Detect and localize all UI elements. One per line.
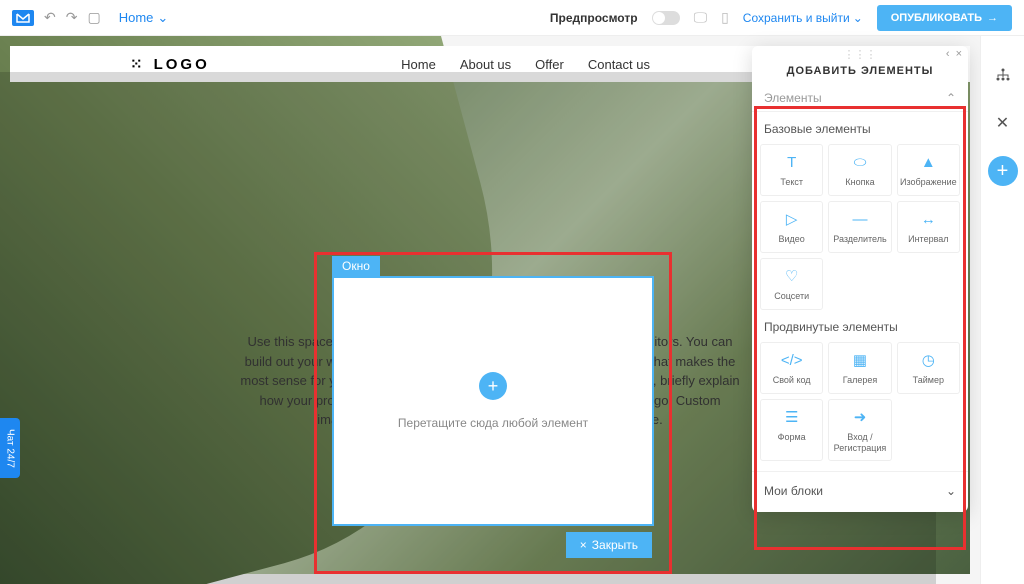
code-icon: </> (781, 351, 803, 369)
logo-mark-icon: ⁙ (130, 55, 146, 73)
tile-label: Таймер (913, 375, 944, 386)
tile-label: Интервал (908, 234, 948, 245)
topbar-right: Предпросмотр 🖵 ▯ Сохранить и выйти ⌄ ОПУ… (550, 5, 1012, 31)
close-modal-button[interactable]: × Закрыть (566, 532, 652, 558)
chevron-down-icon: ⌄ (157, 10, 168, 26)
mobile-icon[interactable]: ▯ (721, 9, 729, 26)
section-label: Элементы (764, 91, 822, 105)
save-exit-link[interactable]: Сохранить и выйти ⌄ (743, 11, 863, 25)
element-tile-button[interactable]: ⬭ Кнопка (828, 144, 891, 196)
preview-label: Предпросмотр (550, 11, 638, 25)
advanced-elements-grid: </> Свой код ▦ Галерея ◷ Таймер ☰ Форма ➜ Вход / … (752, 342, 968, 461)
modal-label-tag[interactable]: Окно (332, 256, 380, 276)
sitemap-button[interactable] (988, 60, 1018, 90)
modal-window[interactable]: Окно + Перетащите сюда любой элемент × З… (332, 276, 654, 526)
dropzone-hint: Перетащите сюда любой элемент (398, 416, 588, 430)
nav-item-home[interactable]: Home (401, 57, 436, 72)
page-icon[interactable]: ▢ (87, 9, 100, 26)
tile-label: Изображение (900, 177, 957, 188)
tile-label: Соцсети (774, 291, 809, 302)
gallery-icon: ▦ (853, 351, 867, 369)
divider-icon: — (852, 210, 867, 228)
myblocks-label: Мои блоки (764, 484, 823, 498)
chevron-up-icon: ⌃ (946, 91, 956, 105)
timer-icon: ◷ (922, 351, 935, 369)
element-tile-form[interactable]: ☰ Форма (760, 399, 823, 461)
add-element-icon[interactable]: + (479, 372, 507, 400)
tile-label: Разделитель (833, 234, 886, 245)
chat-label: Чат 24/7 (5, 429, 16, 468)
chat-widget[interactable]: Чат 24/7 (0, 418, 20, 478)
close-panel-button[interactable]: ✕ (988, 108, 1018, 138)
desktop-icon[interactable]: 🖵 (694, 9, 708, 26)
save-label: Сохранить и выйти (743, 11, 850, 25)
app-logo-icon[interactable] (12, 10, 34, 26)
element-tile-social[interactable]: ♡ Соцсети (760, 258, 823, 310)
element-tile-text[interactable]: T Текст (760, 144, 823, 196)
advanced-elements-heading: Продвинутые элементы (752, 310, 968, 342)
element-tile-spacer[interactable]: ↔ Интервал (897, 201, 960, 253)
form-icon: ☰ (785, 408, 798, 426)
basic-elements-heading: Базовые элементы (752, 112, 968, 144)
right-toolbar: ✕ + (980, 36, 1024, 584)
tile-label: Свой код (773, 375, 811, 386)
panel-close-icon[interactable]: × (956, 48, 962, 60)
panel-section-elements[interactable]: Элементы ⌃ (752, 85, 968, 112)
undo-icon[interactable]: ↶ (44, 9, 56, 26)
tile-label: Форма (778, 432, 806, 443)
app-topbar: ↶ ↷ ▢ Home ⌄ Предпросмотр 🖵 ▯ Сохранить … (0, 0, 1024, 36)
site-logo[interactable]: ⁙ LOGO (130, 55, 210, 73)
home-label: Home (119, 10, 154, 25)
nav-item-about[interactable]: About us (460, 57, 511, 72)
element-tile-divider[interactable]: — Разделитель (828, 201, 891, 253)
tile-label: Вход / Регистрация (831, 432, 888, 454)
element-tile-gallery[interactable]: ▦ Галерея (828, 342, 891, 394)
arrow-right-icon: → (987, 12, 998, 24)
tile-label: Кнопка (845, 177, 874, 188)
modal-dropzone[interactable]: + Перетащите сюда любой элемент (334, 278, 652, 524)
spacer-icon: ↔ (921, 210, 936, 228)
elements-panel: ⋮⋮⋮ ‹ × ДОБАВИТЬ ЭЛЕМЕНТЫ Элементы ⌃ Баз… (752, 46, 968, 512)
text-icon: T (787, 153, 796, 171)
close-label: Закрыть (592, 538, 638, 552)
preview-toggle[interactable] (652, 11, 680, 25)
tile-label: Видео (779, 234, 805, 245)
panel-minimize-icon[interactable]: ‹ (946, 48, 950, 60)
close-icon: × (580, 538, 587, 552)
modal-actions: × Закрыть (566, 532, 652, 558)
element-tile-image[interactable]: ▲ Изображение (897, 144, 960, 196)
social-icon: ♡ (785, 267, 798, 285)
topbar-left: ↶ ↷ ▢ Home ⌄ (12, 9, 168, 26)
panel-drag-handle[interactable]: ⋮⋮⋮ ‹ × (752, 46, 968, 61)
logo-text: LOGO (154, 56, 210, 73)
element-tile-video[interactable]: ▷ Видео (760, 201, 823, 253)
my-blocks-section[interactable]: Мои блоки ⌄ (752, 471, 968, 504)
publish-button[interactable]: ОПУБЛИКОВАТЬ → (877, 5, 1012, 31)
site-nav: Home About us Offer Contact us (401, 57, 650, 72)
basic-elements-grid: T Текст ⬭ Кнопка ▲ Изображение ▷ Видео — Разделит… (752, 144, 968, 310)
video-icon: ▷ (786, 210, 798, 228)
panel-title: ДОБАВИТЬ ЭЛЕМЕНТЫ (752, 61, 968, 85)
chevron-down-icon: ⌄ (853, 11, 863, 25)
nav-item-contact[interactable]: Contact us (588, 57, 650, 72)
redo-icon[interactable]: ↷ (66, 9, 78, 26)
element-tile-code[interactable]: </> Свой код (760, 342, 823, 394)
chevron-down-icon: ⌄ (946, 484, 956, 498)
element-tile-timer[interactable]: ◷ Таймер (897, 342, 960, 394)
add-element-button[interactable]: + (988, 156, 1018, 186)
image-icon: ▲ (921, 153, 936, 171)
tile-label: Текст (780, 177, 803, 188)
publish-label: ОПУБЛИКОВАТЬ (891, 12, 982, 24)
button-icon: ⬭ (854, 153, 867, 171)
home-breadcrumb[interactable]: Home ⌄ (119, 10, 169, 26)
tile-label: Галерея (843, 375, 878, 386)
login-icon: ➜ (854, 408, 867, 426)
element-tile-login[interactable]: ➜ Вход / Регистрация (828, 399, 891, 461)
nav-item-offer[interactable]: Offer (535, 57, 564, 72)
